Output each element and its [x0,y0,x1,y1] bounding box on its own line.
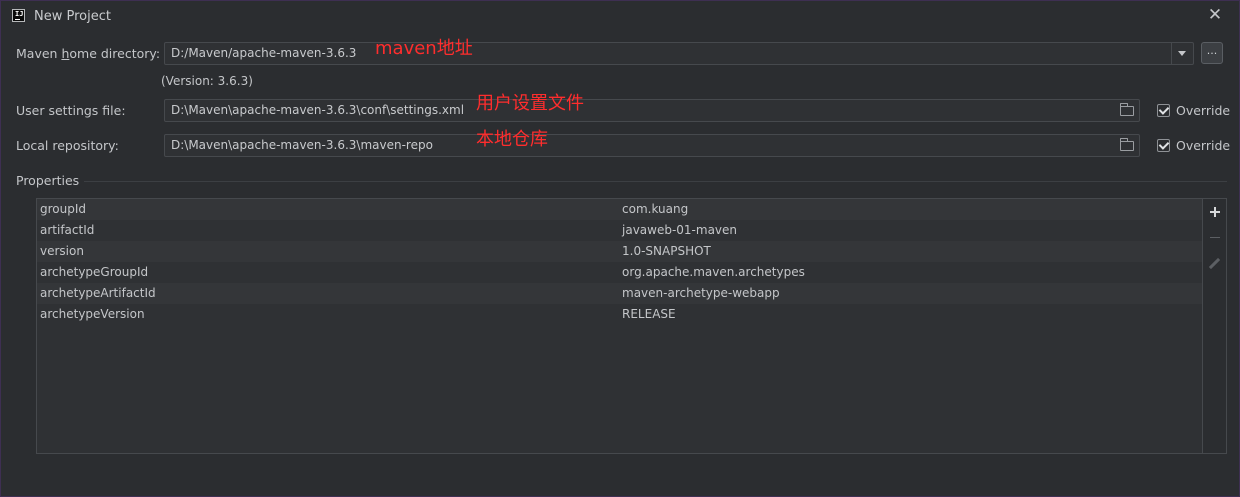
property-value: javaweb-01-maven [622,223,738,237]
property-key: version [40,244,84,258]
folder-open-icon[interactable] [1119,103,1134,116]
local-repo-field[interactable]: D:\Maven\apache-maven-3.6.3\maven-repo [164,134,1140,157]
property-key: artifactId [40,223,95,237]
user-settings-label: User settings file: [16,103,126,118]
properties-table[interactable]: groupId com.kuang artifactId javaweb-01-… [36,198,1202,454]
table-row[interactable]: artifactId javaweb-01-maven [37,220,1202,241]
maven-version-text: (Version: 3.6.3) [161,74,253,88]
property-value: RELEASE [622,307,676,321]
title-bar: IJ New Project ✕ [1,1,1239,31]
new-project-dialog: IJ New Project ✕ Maven home directory: D… [0,0,1240,497]
intellij-app-icon: IJ [12,9,25,22]
maven-home-browse-button[interactable]: ... [1201,42,1223,64]
local-repo-override-label[interactable]: Override [1176,138,1230,153]
user-settings-value: D:\Maven\apache-maven-3.6.3\conf\setting… [171,103,465,117]
table-row[interactable]: archetypeGroupId org.apache.maven.archet… [37,262,1202,283]
property-value: maven-archetype-webapp [622,286,780,300]
close-button[interactable]: ✕ [1207,5,1223,25]
annotation-user-settings: 用户设置文件 [476,93,584,114]
property-key: archetypeGroupId [40,265,149,279]
property-key: archetypeArtifactId [40,286,156,300]
table-row[interactable]: groupId com.kuang [37,199,1202,220]
maven-home-value: D:/Maven/apache-maven-3.6.3 [171,46,357,60]
properties-toolbar [1202,198,1227,454]
local-repo-value: D:\Maven\apache-maven-3.6.3\maven-repo [171,138,433,152]
annotation-local-repo: 本地仓库 [476,129,548,150]
user-settings-override-label[interactable]: Override [1176,103,1230,118]
annotation-maven-address: maven地址 [375,38,473,59]
remove-property-button[interactable] [1207,230,1223,246]
maven-home-field[interactable]: D:/Maven/apache-maven-3.6.3 [164,42,1194,65]
property-key: groupId [40,202,87,216]
maven-home-label: Maven home directory: [16,46,161,61]
properties-section-title: Properties [16,173,80,188]
property-value: 1.0-SNAPSHOT [622,244,711,258]
property-value: org.apache.maven.archetypes [622,265,805,279]
add-property-button[interactable] [1207,204,1223,220]
window-title: New Project [34,9,111,24]
maven-home-dropdown-button[interactable] [1171,42,1193,65]
local-repo-override-checkbox[interactable] [1157,139,1170,152]
user-settings-override-checkbox[interactable] [1157,104,1170,117]
folder-open-icon[interactable] [1119,138,1134,151]
property-key: archetypeVersion [40,307,145,321]
property-value: com.kuang [622,202,689,216]
user-settings-field[interactable]: D:\Maven\apache-maven-3.6.3\conf\setting… [164,99,1140,122]
edit-property-button[interactable] [1207,256,1223,272]
table-row[interactable]: archetypeVersion RELEASE [37,304,1202,325]
table-row[interactable]: version 1.0-SNAPSHOT [37,241,1202,262]
close-icon[interactable]: ✕ [1208,5,1222,25]
table-row[interactable]: archetypeArtifactId maven-archetype-weba… [37,283,1202,304]
section-divider [84,181,1227,182]
local-repo-label: Local repository: [16,138,119,153]
